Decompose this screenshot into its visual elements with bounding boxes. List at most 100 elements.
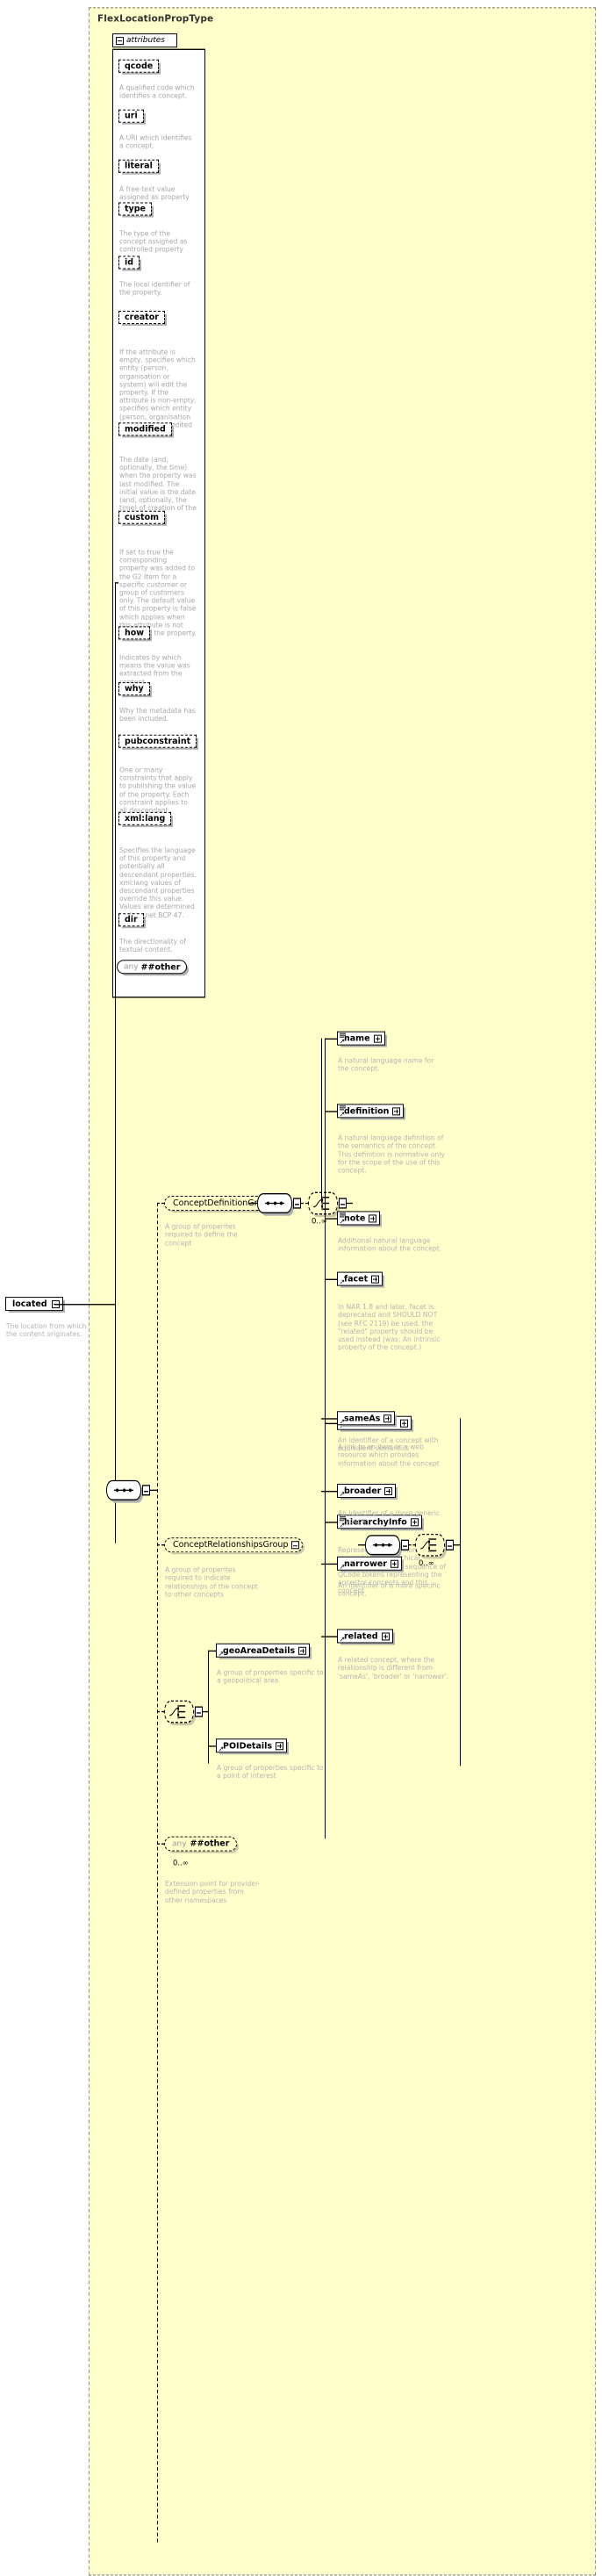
element-name: broader [344,1486,382,1496]
connector-line [325,1038,326,1839]
connector-line [321,1491,337,1493]
sequence-connector-definition[interactable] [257,1192,292,1214]
attribute-node-id[interactable]: id [118,255,140,270]
element-name: facet [344,1274,369,1284]
connector-line [460,1544,461,1767]
sequence-dots-icon [373,1543,392,1547]
expand-plus-icon[interactable] [384,1486,393,1495]
group-name: ConceptRelationshipsGroup [173,1540,289,1551]
collapse-minus-icon[interactable] [293,1198,301,1209]
attribute-name: creator [125,312,159,322]
collapse-minus-icon[interactable] [446,1539,454,1551]
expand-plus-icon[interactable] [383,1414,392,1422]
multiplicity-label: 0..∞ [173,1859,189,1868]
attribute-name: xml:lang [125,813,166,824]
xsd-diagram-canvas: FlexLocationPropType attributes qcode A … [0,0,602,2576]
connector-line-dashed [409,1544,415,1546]
attribute-description: A URI which identifies a concept. [119,133,192,150]
collapse-minus-icon[interactable] [291,1541,300,1550]
extension-any-other-node[interactable]: any ##other [164,1836,238,1852]
choice-connector-definition[interactable] [308,1191,338,1215]
attribute-name: dir [125,915,138,925]
connector-line-dashed [157,1710,164,1713]
element-node-related[interactable]: related [337,1629,393,1644]
attribute-name: uri [125,111,138,121]
attribute-node-uri[interactable]: uri [118,109,144,123]
connector-line [115,582,118,584]
element-node-narrower[interactable]: narrower [337,1556,402,1571]
sequence-dots-icon [265,1200,284,1205]
attribute-node-xml-lang[interactable]: xml:lang [118,811,172,825]
attribute-description: Indicates by which means the value was e… [119,653,190,686]
connector-line [460,1418,461,1545]
connector-line [115,582,116,1543]
connector-line [54,1304,116,1306]
connector-line-dashed [157,1843,164,1845]
collapse-minus-icon[interactable] [142,1485,150,1496]
element-node-facet[interactable]: facet [337,1271,383,1286]
expand-plus-icon[interactable] [371,1275,380,1284]
attribute-name: modified [125,424,166,435]
collapse-minus-icon[interactable] [116,36,124,45]
element-description: In NAR 1.8 and later, facet is deprecate… [338,1303,441,1352]
attribute-description: The directionality of textual content. [119,937,186,954]
element-name: sameAs [344,1413,381,1423]
connector-line [321,1563,337,1565]
attribute-name: how [125,628,145,638]
attribute-node-custom[interactable]: custom [118,510,166,524]
expand-plus-icon[interactable] [298,1646,307,1655]
attribute-node-literal[interactable]: literal [118,159,159,173]
collapse-minus-icon[interactable] [401,1539,409,1551]
element-node-poidetails[interactable]: POIDetails [216,1738,288,1753]
element-node-name[interactable]: name [337,1031,385,1046]
attribute-node-type[interactable]: type [118,202,152,216]
expand-plus-icon[interactable] [373,1034,382,1043]
attribute-any-other-node[interactable]: any ##other [117,960,188,975]
element-node-broader[interactable]: broader [337,1484,397,1499]
expand-plus-icon[interactable] [369,1213,377,1222]
sequence-connector-root[interactable] [106,1479,141,1500]
element-name: narrower [344,1558,387,1569]
attribute-node-why[interactable]: why [118,682,150,696]
expand-plus-icon[interactable] [399,1419,408,1428]
collapse-minus-icon[interactable] [195,1706,203,1717]
collapse-minus-icon[interactable] [339,1198,347,1209]
attribute-node-dir[interactable]: dir [118,913,144,927]
attribute-description: A qualified code which identifies a conc… [119,83,195,100]
connector-line [150,1489,157,1492]
expand-plus-icon[interactable] [276,1741,284,1750]
element-node-sameas[interactable]: sameAs [337,1411,396,1426]
expand-plus-icon[interactable] [390,1559,398,1568]
element-description: An identifier of a concept with equivale… [338,1436,439,1453]
element-node-geoareadetails[interactable]: geoAreaDetails [216,1643,311,1658]
connector-line [325,1038,337,1040]
element-description: A group of properties specific to a poin… [217,1764,324,1781]
choice-connector-details[interactable] [164,1700,194,1723]
attribute-node-creator[interactable]: creator [118,310,165,324]
element-name: related [344,1630,378,1641]
attribute-node-how[interactable]: how [118,626,151,640]
attribute-name: literal [125,161,153,171]
element-node-definition[interactable]: definition [337,1104,405,1119]
attribute-description: If set to true the corresponding propert… [119,548,197,637]
element-description: A group of properties specific to a geop… [217,1668,324,1686]
connector-line-dashed [301,1202,308,1205]
element-node-note[interactable]: note [337,1211,381,1226]
attribute-node-modified[interactable]: modified [118,422,172,436]
element-description: The location from which the content orig… [6,1322,87,1339]
attribute-name: custom [125,512,160,522]
sequence-connector-relationships[interactable] [365,1535,400,1556]
connector-line [325,1218,337,1220]
connector-line [454,1544,460,1546]
choice-connector-relationships[interactable] [415,1533,445,1557]
attributes-tab[interactable]: attributes [112,33,177,48]
expand-plus-icon[interactable] [392,1106,401,1115]
attribute-node-qcode[interactable]: qcode [118,59,160,73]
choice-glyph-icon [420,1537,437,1552]
group-node-conceptrelationshipsgroup[interactable]: ConceptRelationshipsGroup [164,1537,304,1553]
attribute-description: Specifies the language of this property … [119,846,197,919]
attribute-node-pubconstraint[interactable]: pubconstraint [118,734,197,748]
any-label: any [124,962,139,972]
element-name: note [344,1212,366,1223]
expand-plus-icon[interactable] [381,1631,390,1640]
